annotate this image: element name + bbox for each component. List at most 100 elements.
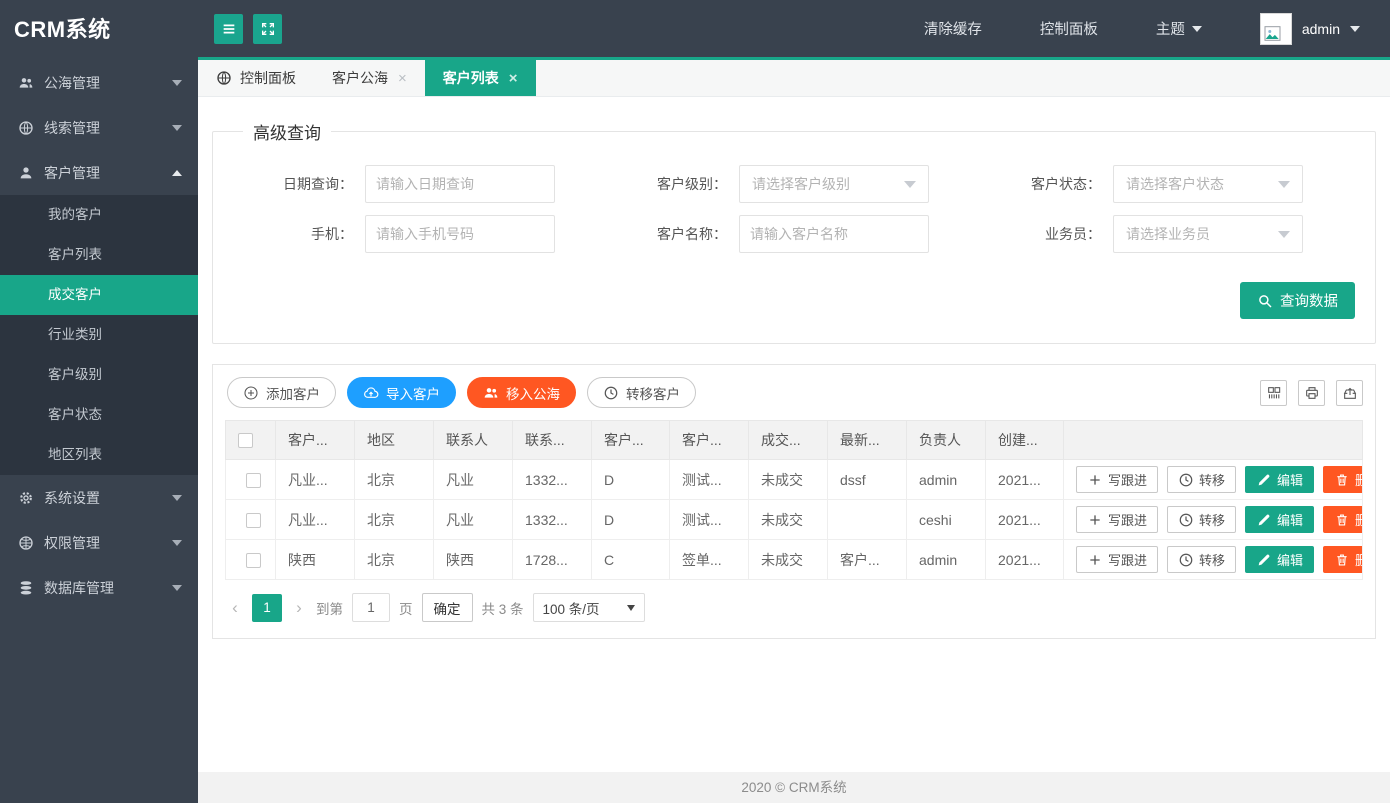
theme-dropdown[interactable]: 主题 <box>1156 18 1202 39</box>
action-label: 编辑 <box>1277 550 1303 569</box>
sidebar-item-customers[interactable]: 客户管理 <box>0 150 198 195</box>
name-input[interactable] <box>739 215 929 253</box>
prev-page-button[interactable]: ‹ <box>227 599 243 616</box>
row-checkbox-cell <box>226 460 276 500</box>
confirm-page-button[interactable]: 确定 <box>422 593 473 622</box>
row-checkbox[interactable] <box>246 513 261 528</box>
status-select[interactable]: 请选择客户状态 <box>1113 165 1303 203</box>
current-page[interactable]: 1 <box>252 594 282 622</box>
edit-button[interactable]: 编辑 <box>1245 506 1314 533</box>
sidebar-item-database[interactable]: 数据库管理 <box>0 565 198 610</box>
close-icon[interactable]: × <box>509 70 518 87</box>
chevron-down-icon <box>1278 181 1290 188</box>
collapse-menu-button[interactable] <box>214 14 243 44</box>
write-followup-button[interactable]: 写跟进 <box>1076 546 1158 573</box>
chevron-down-icon <box>1350 26 1360 32</box>
sidebar-subitem-customer-status[interactable]: 客户状态 <box>0 395 198 435</box>
row-checkbox[interactable] <box>246 473 261 488</box>
clear-cache-link[interactable]: 清除缓存 <box>924 18 982 39</box>
select-all-checkbox[interactable] <box>238 433 253 448</box>
table-cell: 未成交 <box>749 460 828 500</box>
table-cell: 1332... <box>513 460 592 500</box>
table-cell: admin <box>907 540 986 580</box>
close-icon[interactable]: × <box>398 70 407 87</box>
tab-customer-list[interactable]: 客户列表× <box>425 60 536 96</box>
salesman-select[interactable]: 请选择业务员 <box>1113 215 1303 253</box>
fullscreen-button[interactable] <box>253 14 282 44</box>
query-data-button[interactable]: 查询数据 <box>1240 282 1355 319</box>
user-menu[interactable]: admin <box>1260 13 1360 45</box>
transfer-button[interactable]: 转移 <box>1167 506 1236 533</box>
query-legend: 高级查询 <box>243 119 331 144</box>
date-input[interactable] <box>365 165 555 203</box>
table-row: 凡业...北京凡业1332...D测试...未成交dssfadmin2021..… <box>226 460 1363 500</box>
sidebar-item-leads[interactable]: 线索管理 <box>0 105 198 150</box>
delete-button[interactable]: 删除 <box>1323 466 1362 493</box>
tab-customer-sea[interactable]: 客户公海× <box>314 60 425 96</box>
control-panel-link[interactable]: 控制面板 <box>1040 18 1098 39</box>
field-label: 客户状态： <box>981 174 1113 194</box>
sidebar-subitem-customer-list[interactable]: 客户列表 <box>0 235 198 275</box>
sidebar-subitem-my-customers[interactable]: 我的客户 <box>0 195 198 235</box>
delete-button[interactable]: 删除 <box>1323 506 1362 533</box>
pencil-icon <box>1256 512 1272 528</box>
row-checkbox[interactable] <box>246 553 261 568</box>
sidebar-subitem-region-list[interactable]: 地区列表 <box>0 435 198 475</box>
app-root: CRM系统 公海管理线索管理客户管理我的客户客户列表成交客户行业类别客户级别客户… <box>0 0 1390 803</box>
next-page-button[interactable]: › <box>291 599 307 616</box>
trash-icon <box>1334 552 1350 568</box>
chevron-down-icon <box>172 125 182 131</box>
page-number-input[interactable] <box>352 593 390 622</box>
plus-circle-icon <box>243 385 259 401</box>
users-icon <box>483 385 499 401</box>
total-count-label: 共 3 条 <box>482 598 524 618</box>
globe-icon <box>216 70 232 86</box>
columns-button[interactable] <box>1260 380 1287 406</box>
chevron-down-icon <box>627 605 635 611</box>
delete-button[interactable]: 删除 <box>1323 546 1362 573</box>
search-icon <box>1257 293 1273 309</box>
row-actions-cell: 写跟进转移编辑删除 <box>1064 500 1363 540</box>
sidebar-subitem-customer-level[interactable]: 客户级别 <box>0 355 198 395</box>
sidebar-item-public-sea[interactable]: 公海管理 <box>0 60 198 105</box>
print-button[interactable] <box>1298 380 1325 406</box>
field-label: 日期查询： <box>233 174 365 194</box>
actions-header <box>1064 421 1363 460</box>
level-select[interactable]: 请选择客户级别 <box>739 165 929 203</box>
avatar <box>1260 13 1292 45</box>
theme-label: 主题 <box>1156 18 1185 39</box>
cloud-upload-icon <box>363 385 379 401</box>
transfer-customer-button[interactable]: 转移客户 <box>587 377 696 408</box>
edit-button[interactable]: 编辑 <box>1245 546 1314 573</box>
tab-control-panel[interactable]: 控制面板 <box>198 60 314 96</box>
select-placeholder: 请选择客户状态 <box>1126 174 1224 194</box>
query-fields: 日期查询：客户级别：请选择客户级别客户状态：请选择客户状态手机：客户名称：业务员… <box>233 162 1355 256</box>
row-checkbox-cell <box>226 540 276 580</box>
sidebar-item-system-settings[interactable]: 系统设置 <box>0 475 198 520</box>
sidebar-item-permissions[interactable]: 权限管理 <box>0 520 198 565</box>
table-cell: 北京 <box>355 540 434 580</box>
export-button[interactable] <box>1336 380 1363 406</box>
transfer-button[interactable]: 转移 <box>1167 546 1236 573</box>
footer: 2020 © CRM系统 <box>198 772 1390 803</box>
transfer-button[interactable]: 转移 <box>1167 466 1236 493</box>
table-cell <box>828 500 907 540</box>
move-to-sea-button[interactable]: 移入公海 <box>467 377 576 408</box>
sidebar-subitem-deal-customers[interactable]: 成交客户 <box>0 275 198 315</box>
write-followup-button[interactable]: 写跟进 <box>1076 506 1158 533</box>
table-header-row: 客户...地区联系人联系...客户...客户...成交...最新...负责人创建… <box>226 421 1363 460</box>
import-customer-button[interactable]: 导入客户 <box>347 377 456 408</box>
action-label: 写跟进 <box>1108 550 1147 569</box>
add-customer-button[interactable]: 添加客户 <box>227 377 336 408</box>
sidebar-subitem-industry-category[interactable]: 行业类别 <box>0 315 198 355</box>
main-column: 清除缓存 控制面板 主题 admin 控制面板客户公海×客户列表× 高级查询 日… <box>198 0 1390 803</box>
query-field-status: 客户状态： 请选择客户状态 <box>981 162 1355 206</box>
table-cell: 签单... <box>670 540 749 580</box>
table-cell: 2021... <box>986 460 1064 500</box>
write-followup-button[interactable]: 写跟进 <box>1076 466 1158 493</box>
query-field-level: 客户级别：请选择客户级别 <box>607 162 981 206</box>
phone-input[interactable] <box>365 215 555 253</box>
pencil-icon <box>1256 472 1272 488</box>
edit-button[interactable]: 编辑 <box>1245 466 1314 493</box>
page-size-select[interactable]: 100 条/页 <box>533 593 645 622</box>
